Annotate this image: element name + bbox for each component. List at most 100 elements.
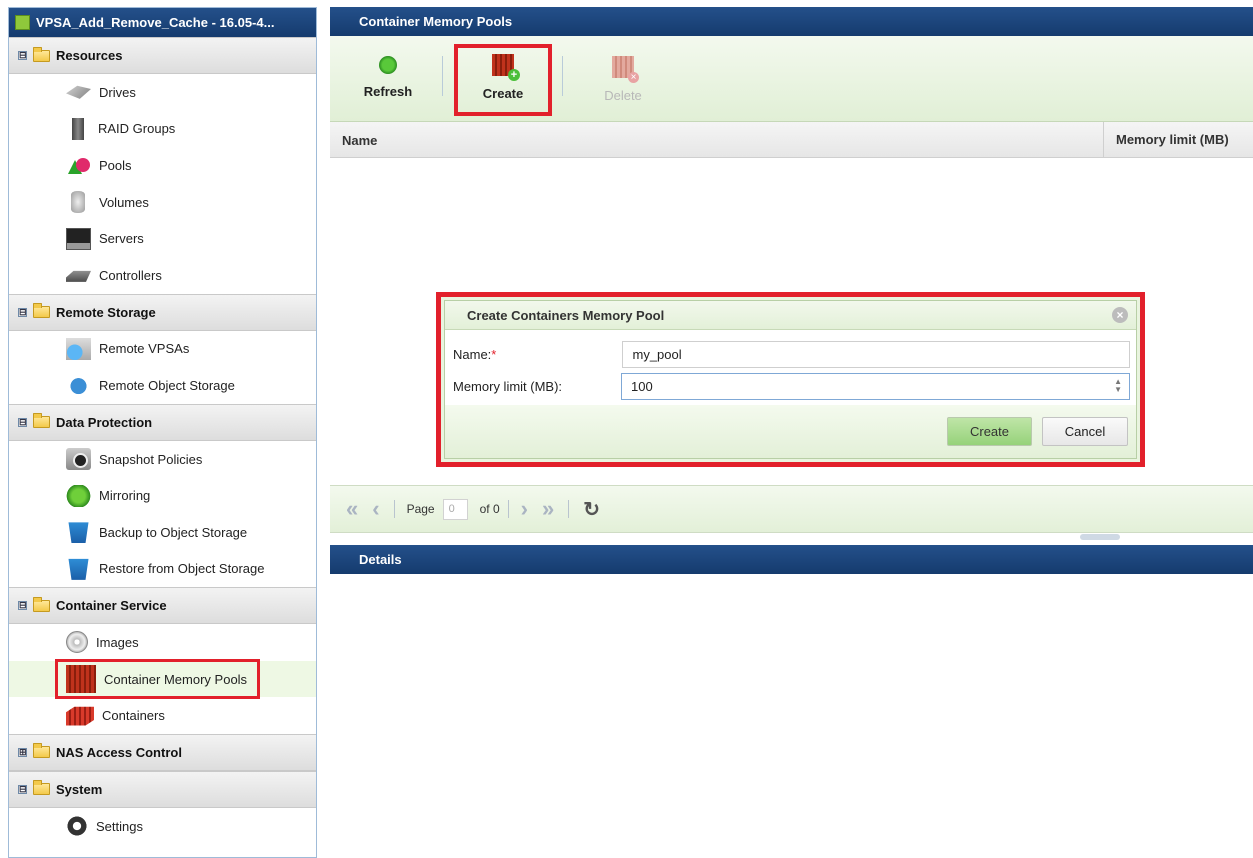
collapse-toggle-icon[interactable]: ⊟ <box>18 51 27 60</box>
controllers-icon <box>66 270 91 282</box>
nav-item-label: Remote VPSAs <box>99 341 190 357</box>
settings-icon <box>66 815 88 838</box>
group-resources[interactable]: ⊟ Resources <box>9 37 316 74</box>
vpsa-title-bar: VPSA_Add_Remove_Cache - 16.05-4... <box>9 8 316 37</box>
servers-icon <box>66 227 91 250</box>
column-header-memory-limit[interactable]: Memory limit (MB) <box>1103 122 1229 158</box>
dialog-cancel-button[interactable]: Cancel <box>1042 417 1128 446</box>
refresh-icon <box>379 56 397 74</box>
pager-divider <box>393 500 395 518</box>
last-page-icon[interactable]: » <box>542 496 554 522</box>
nav-item-label: Remote Object Storage <box>99 377 235 393</box>
expand-toggle-icon[interactable]: ⊞ <box>18 747 27 757</box>
nav-item-label: Snapshot Policies <box>99 451 203 467</box>
nav-item-label: Servers <box>99 231 144 247</box>
delete-memory-pool-icon <box>612 56 639 83</box>
group-data-protection[interactable]: ⊟ Data Protection <box>9 403 316 441</box>
nav-item-label: Backup to Object Storage <box>99 524 248 540</box>
collapse-toggle-icon[interactable]: ⊟ <box>18 417 27 427</box>
panel-splitter-handle[interactable] <box>1080 534 1120 540</box>
folder-icon <box>33 780 50 796</box>
group-label: Resources <box>56 48 123 63</box>
name-input[interactable] <box>622 340 1130 368</box>
reload-icon[interactable]: ↻ <box>583 497 600 522</box>
collapse-toggle-icon[interactable]: ⊟ <box>18 784 27 794</box>
nav-item-snapshot-policies[interactable]: Snapshot Policies <box>9 441 316 478</box>
nav-item-images[interactable]: Images <box>9 624 316 661</box>
nav-item-containers[interactable]: Containers <box>9 697 316 734</box>
selected-item-highlight[interactable]: Container Memory Pools <box>54 659 261 700</box>
column-header-name[interactable]: Name <box>342 133 377 148</box>
delete-button[interactable]: Delete <box>598 48 648 108</box>
nav-item-pools[interactable]: Pools <box>9 147 316 184</box>
nav-item-backup-to-object-storage[interactable]: Backup to Object Storage <box>9 514 316 551</box>
collapse-toggle-icon[interactable]: ⊟ <box>18 307 27 317</box>
folder-icon <box>33 46 50 62</box>
toolbar-divider <box>442 56 443 96</box>
remote-vpsa-icon <box>66 337 91 360</box>
memory-pools-icon <box>66 665 96 694</box>
dialog-footer: Create Cancel <box>445 405 1136 458</box>
memory-limit-input[interactable] <box>621 372 1130 400</box>
nav-item-label: Controllers <box>99 267 162 283</box>
folder-icon <box>33 413 50 429</box>
collapse-toggle-icon[interactable]: ⊟ <box>18 601 27 611</box>
spinner-arrows-icon[interactable]: ▲ ▼ <box>1114 377 1122 394</box>
group-label: NAS Access Control <box>56 744 182 760</box>
nav-item-label: Containers <box>102 708 165 724</box>
close-icon[interactable]: × <box>1112 307 1128 323</box>
pager-divider <box>507 500 509 518</box>
first-page-icon[interactable]: « <box>346 496 358 522</box>
drives-icon <box>66 85 91 99</box>
pager-divider <box>568 500 570 518</box>
previous-page-icon[interactable]: ‹ <box>372 496 379 522</box>
nav-item-remote-vpsas[interactable]: Remote VPSAs <box>9 331 316 368</box>
memory-row: Memory limit (MB): ▲▼ <box>453 370 1130 402</box>
nav-item-container-memory-pools[interactable]: Container Memory Pools <box>9 659 316 700</box>
nav-item-controllers[interactable]: Controllers <box>9 257 316 294</box>
required-marker: * <box>491 346 497 362</box>
group-system[interactable]: ⊟ System <box>9 770 316 808</box>
nav-item-drives[interactable]: Drives <box>9 74 316 111</box>
group-label: System <box>56 781 103 797</box>
dialog-body: Create Containers Memory Pool × Name:* M… <box>444 300 1137 459</box>
group-label: Data Protection <box>56 414 153 430</box>
vpsa-title: VPSA_Add_Remove_Cache - 16.05-4... <box>36 15 275 30</box>
group-remote-storage[interactable]: ⊟ Remote Storage <box>9 293 316 331</box>
nav-item-servers[interactable]: Servers <box>9 220 316 257</box>
folder-icon <box>33 743 50 759</box>
nav-item-remote-object-storage[interactable]: Remote Object Storage <box>9 367 316 404</box>
create-label: Create <box>482 86 524 101</box>
nav-item-label: RAID Groups <box>98 121 176 137</box>
raid-groups-icon <box>72 117 84 140</box>
dialog-create-button[interactable]: Create <box>947 417 1032 446</box>
nav-item-label: Drives <box>99 84 136 100</box>
navigation-tree: VPSA_Add_Remove_Cache - 16.05-4... ⊟ Res… <box>8 7 317 858</box>
nav-item-label: Restore from Object Storage <box>99 561 265 577</box>
nav-item-label: Mirroring <box>99 488 151 504</box>
create-button[interactable]: Create <box>454 44 552 116</box>
nav-item-raid-groups[interactable]: RAID Groups <box>9 111 316 148</box>
group-nas-access-control[interactable]: ⊞ NAS Access Control <box>9 733 316 771</box>
backup-icon <box>68 522 89 544</box>
memory-limit-label: Memory limit (MB): <box>453 378 563 394</box>
mirroring-icon <box>66 484 91 507</box>
create-memory-pool-icon <box>492 54 520 81</box>
next-page-icon[interactable]: › <box>521 496 528 522</box>
page-number-input[interactable] <box>442 498 468 520</box>
nav-item-settings[interactable]: Settings <box>9 808 316 845</box>
page-label: Page <box>406 502 435 516</box>
nav-item-restore-from-object-storage[interactable]: Restore from Object Storage <box>9 551 316 588</box>
images-icon <box>66 631 88 654</box>
vpsa-logo-icon <box>15 15 30 30</box>
refresh-button[interactable]: Refresh <box>360 48 416 108</box>
name-label-text: Name: <box>453 346 492 362</box>
nav-item-label: Container Memory Pools <box>104 671 248 687</box>
panel-title: Container Memory Pools <box>330 7 1253 36</box>
group-container-service[interactable]: ⊟ Container Service <box>9 587 316 625</box>
nav-item-volumes[interactable]: Volumes <box>9 184 316 221</box>
name-row: Name:* <box>453 338 1130 370</box>
restore-icon <box>68 558 89 580</box>
nav-item-label: Volumes <box>99 194 149 210</box>
nav-item-mirroring[interactable]: Mirroring <box>9 477 316 514</box>
